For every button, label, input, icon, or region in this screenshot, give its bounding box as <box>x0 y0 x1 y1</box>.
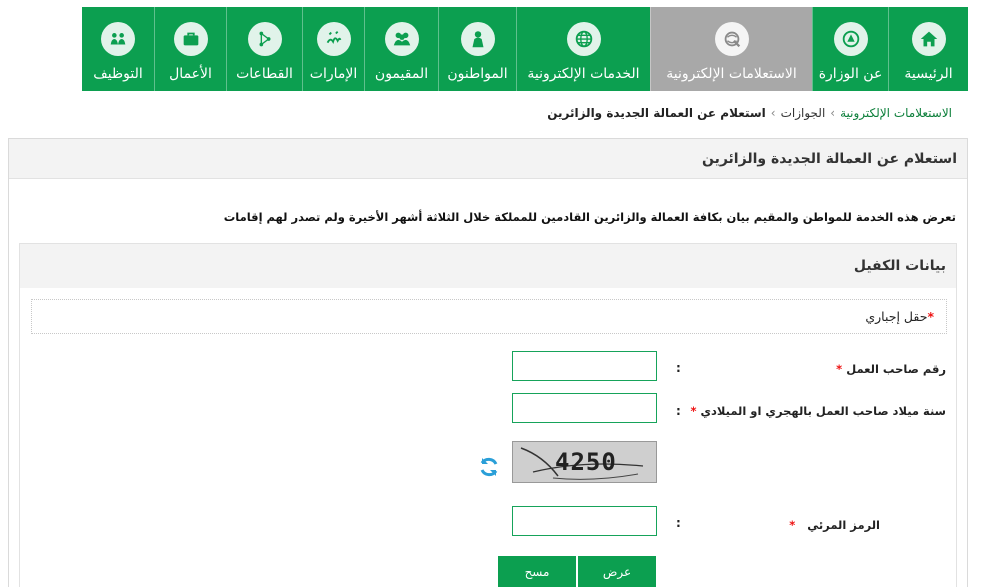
nav-label: المقيمون <box>374 66 429 82</box>
citizen-icon <box>460 22 495 56</box>
captcha-code-label: الرمز المرئي * <box>789 518 880 532</box>
nav-item-home[interactable]: الرئيسية <box>888 7 968 91</box>
nav-label: الإمارات <box>309 66 358 82</box>
refresh-captcha-icon[interactable] <box>477 455 501 479</box>
main-nav: الرئيسية عن الوزارة الاستعلامات الإلكترو… <box>82 7 968 91</box>
colon: : <box>676 361 681 375</box>
nav-item-residents[interactable]: المقيمون <box>364 7 438 91</box>
colon: : <box>676 404 681 418</box>
nav-label: الخدمات الإلكترونية <box>527 66 640 82</box>
home-icon <box>911 22 946 56</box>
breadcrumb-parent[interactable]: الجوازات <box>781 106 826 120</box>
nav-item-inquiries[interactable]: الاستعلامات الإلكترونية <box>650 7 812 91</box>
required-star: * <box>789 518 796 532</box>
breadcrumb: الاستعلامات الإلكترونية › الجوازات › است… <box>547 106 952 120</box>
people-icon <box>101 22 135 56</box>
captcha-text: 4250 <box>555 448 617 476</box>
breadcrumb-chevron-icon: › <box>830 106 836 120</box>
service-description: تعرض هذه الخدمة للمواطن والمقيم بيان بكا… <box>223 210 956 224</box>
nav-item-sectors[interactable]: القطاعات <box>226 7 302 91</box>
colon: : <box>676 516 681 530</box>
breadcrumb-current: استعلام عن العمالة الجديدة والزائرين <box>547 106 766 120</box>
captcha-image: 4250 <box>512 441 657 483</box>
main-panel: استعلام عن العمالة الجديدة والزائرين تعر… <box>8 138 968 587</box>
globe-icon <box>566 22 601 56</box>
nav-label: المواطنون <box>447 66 508 82</box>
captcha-code-label-text: الرمز المرئي <box>807 518 880 532</box>
network-icon <box>247 22 282 56</box>
captcha-code-input[interactable] <box>512 506 657 536</box>
nav-label: الاستعلامات الإلكترونية <box>666 66 797 82</box>
employer-number-label: رقم صاحب العمل * <box>836 362 946 376</box>
nav-label: القطاعات <box>236 66 293 82</box>
clear-button[interactable]: مسح <box>498 556 576 587</box>
required-star: * <box>927 309 934 324</box>
employer-number-input[interactable] <box>512 351 657 381</box>
nav-label: التوظيف <box>93 66 143 82</box>
required-star: * <box>836 362 843 376</box>
emblem-icon <box>833 22 868 56</box>
breadcrumb-root[interactable]: الاستعلامات الإلكترونية <box>840 106 952 120</box>
residents-icon <box>384 22 419 56</box>
breadcrumb-chevron-icon: › <box>770 106 776 120</box>
nav-item-citizens[interactable]: المواطنون <box>438 7 516 91</box>
nav-label: الأعمال <box>169 66 212 82</box>
birth-year-input[interactable] <box>512 393 657 423</box>
sponsor-section: بيانات الكفيل * حقل إجباري رقم صاحب العم… <box>19 243 957 587</box>
panel-header: استعلام عن العمالة الجديدة والزائرين <box>9 139 967 179</box>
nav-item-jobs[interactable]: التوظيف <box>82 7 154 91</box>
nav-item-business[interactable]: الأعمال <box>154 7 226 91</box>
section-header: بيانات الكفيل <box>20 244 956 288</box>
required-note-text: حقل إجباري <box>865 309 928 324</box>
employer-number-label-text: رقم صاحب العمل <box>846 362 946 376</box>
required-field-note: * حقل إجباري <box>31 299 947 334</box>
nav-label: عن الوزارة <box>818 66 883 82</box>
required-star: * <box>690 404 697 418</box>
birth-year-label-text: سنة ميلاد صاحب العمل بالهجري او الميلادي <box>700 404 946 418</box>
section-title: بيانات الكفيل <box>853 258 946 274</box>
inquiry-icon <box>714 22 749 56</box>
nav-label: الرئيسية <box>904 66 953 82</box>
nav-item-emirates[interactable]: الإمارات <box>302 7 364 91</box>
briefcase-icon <box>173 22 208 56</box>
page-title: استعلام عن العمالة الجديدة والزائرين <box>701 150 957 167</box>
nav-item-eservices[interactable]: الخدمات الإلكترونية <box>516 7 650 91</box>
submit-button[interactable]: عرض <box>578 556 656 587</box>
nav-item-about[interactable]: عن الوزارة <box>812 7 888 91</box>
calligraphy-icon <box>316 22 351 56</box>
birth-year-label: سنة ميلاد صاحب العمل بالهجري او الميلادي… <box>690 404 946 418</box>
